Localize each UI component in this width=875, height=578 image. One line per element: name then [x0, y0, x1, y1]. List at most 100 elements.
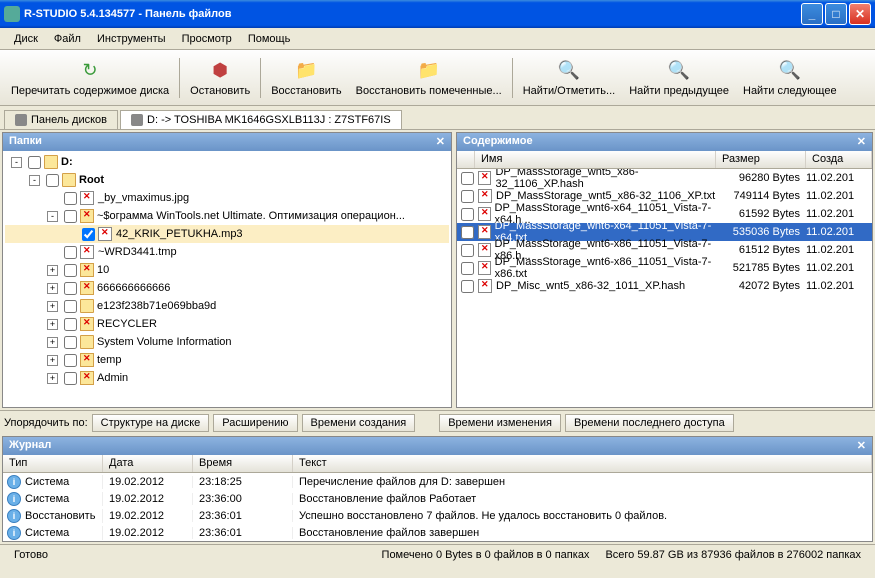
menubar: ДискФайлИнструментыПросмотрПомощь	[0, 28, 875, 50]
tree-checkbox[interactable]	[64, 300, 77, 313]
tree-row[interactable]: +10	[5, 261, 449, 279]
tree-row[interactable]: +666666666666	[5, 279, 449, 297]
tree-row[interactable]: - ~$ограмма WinTools.net Ultimate. Оптими…	[5, 207, 449, 225]
toolbar-Перечитать содержимое диска[interactable]: ↻Перечитать содержимое диска	[5, 52, 175, 104]
log-type: Система	[25, 476, 69, 488]
col-date-header[interactable]: Созда	[806, 151, 872, 168]
expand-icon[interactable]: +	[47, 283, 58, 294]
tree-checkbox[interactable]	[64, 210, 77, 223]
sort-btn[interactable]: Времени последнего доступа	[565, 414, 734, 432]
tree-row[interactable]: 42_KRIK_PETUKHA.mp3	[5, 225, 449, 243]
toolbar-Восстановить[interactable]: 📁Восстановить	[265, 52, 347, 104]
list-row[interactable]: DP_Misc_wnt5_x86-32_1011_XP.hash42072 By…	[457, 277, 872, 295]
row-checkbox[interactable]	[461, 172, 474, 185]
tree-checkbox[interactable]	[28, 156, 41, 169]
list-row[interactable]: DP_MassStorage_wnt6-x86_11051_Vista-7-x8…	[457, 259, 872, 277]
row-checkbox[interactable]	[461, 244, 474, 257]
tree-row[interactable]: +temp	[5, 351, 449, 369]
tree-row[interactable]: _by_vmaximus.jpg	[5, 189, 449, 207]
tree-checkbox[interactable]	[64, 246, 77, 259]
log-type: Система	[25, 527, 69, 539]
tab[interactable]: Панель дисков	[4, 110, 118, 129]
row-checkbox[interactable]	[461, 190, 474, 203]
menu-Просмотр[interactable]: Просмотр	[174, 31, 240, 47]
expand-icon[interactable]: -	[29, 175, 40, 186]
row-checkbox[interactable]	[461, 280, 474, 293]
file-list[interactable]: DP_MassStorage_wnt5_x86-32_1106_XP.hash9…	[457, 169, 872, 407]
close-button[interactable]: ✕	[849, 3, 871, 25]
tree-label: 10	[97, 264, 109, 276]
file-name: DP_MassStorage_wnt6-x86_11051_Vista-7-x8…	[495, 256, 716, 280]
folder-tree[interactable]: -D:-Root_by_vmaximus.jpg-~$ограмма WinTo…	[3, 151, 451, 407]
tree-label: Root	[79, 174, 104, 186]
tree-row[interactable]: ~WRD3441.tmp	[5, 243, 449, 261]
row-checkbox[interactable]	[461, 262, 474, 275]
drive-icon	[44, 155, 58, 169]
menu-Инструменты[interactable]: Инструменты	[89, 31, 174, 47]
log-time: 23:36:00	[193, 493, 293, 505]
tree-checkbox[interactable]	[64, 372, 77, 385]
sort-btn[interactable]: Структуре на диске	[92, 414, 210, 432]
tree-checkbox[interactable]	[82, 228, 95, 241]
expand-icon[interactable]: +	[47, 337, 58, 348]
file-size: 535036 Bytes	[716, 226, 806, 238]
filex-icon	[80, 245, 94, 259]
tree-row[interactable]: +RECYCLER	[5, 315, 449, 333]
toolbar-Найти/Отметить...[interactable]: 🔍Найти/Отметить...	[517, 52, 621, 104]
contents-close-icon[interactable]: ✕	[857, 135, 866, 149]
tree-checkbox[interactable]	[64, 192, 77, 205]
toolbar-Остановить[interactable]: ⬢Остановить	[184, 52, 256, 104]
tree-checkbox[interactable]	[64, 318, 77, 331]
tree-row[interactable]: - Root	[5, 171, 449, 189]
list-header[interactable]: Имя Размер Созда	[457, 151, 872, 169]
tree-checkbox[interactable]	[46, 174, 59, 187]
sort-btn[interactable]: Времени создания	[302, 414, 416, 432]
journal-header: Журнал ✕	[3, 437, 872, 455]
journal-row[interactable]: iСистема19.02.201223:36:00Восстановление…	[3, 490, 872, 507]
tree-checkbox[interactable]	[64, 282, 77, 295]
toolbar-Восстановить помеченные...[interactable]: 📁Восстановить помеченные...	[350, 52, 508, 104]
menu-Помощь[interactable]: Помощь	[240, 31, 299, 47]
tree-row[interactable]: -D:	[5, 153, 449, 171]
journal-columns[interactable]: Тип Дата Время Текст	[3, 455, 872, 473]
tab[interactable]: D: -> TOSHIBA MK1646GSXLB113J : Z7STF67I…	[120, 110, 402, 129]
tree-label: e123f238b71e069bba9d	[97, 300, 216, 312]
menu-Файл[interactable]: Файл	[46, 31, 89, 47]
sort-btn[interactable]: Расширению	[213, 414, 297, 432]
expand-icon[interactable]: -	[47, 211, 58, 222]
file-icon	[478, 261, 491, 275]
file-date: 11.02.201	[806, 226, 872, 238]
expand-icon[interactable]: +	[47, 319, 58, 330]
log-text: Успешно восстановлено 7 файлов. Не удало…	[293, 510, 872, 522]
log-date: 19.02.2012	[103, 510, 193, 522]
col-name-header[interactable]: Имя	[475, 151, 716, 168]
list-row[interactable]: DP_MassStorage_wnt5_x86-32_1106_XP.hash9…	[457, 169, 872, 187]
log-type: Система	[25, 493, 69, 505]
row-checkbox[interactable]	[461, 208, 474, 221]
journal-close-icon[interactable]: ✕	[857, 439, 866, 453]
tree-label: ~$ограмма WinTools.net Ultimate. Оптимиз…	[97, 210, 405, 222]
expand-icon[interactable]: -	[11, 157, 22, 168]
tree-row[interactable]: +Admin	[5, 369, 449, 387]
folders-close-icon[interactable]: ✕	[436, 135, 445, 149]
tree-checkbox[interactable]	[64, 264, 77, 277]
minimize-button[interactable]: _	[801, 3, 823, 25]
expand-icon[interactable]: +	[47, 373, 58, 384]
tree-row[interactable]: +System Volume Information	[5, 333, 449, 351]
sort-btn[interactable]: Времени изменения	[439, 414, 561, 432]
tree-row[interactable]: + e123f238b71e069bba9d	[5, 297, 449, 315]
toolbar-Найти следующее[interactable]: 🔍Найти следующее	[737, 52, 843, 104]
tree-checkbox[interactable]	[64, 354, 77, 367]
tree-checkbox[interactable]	[64, 336, 77, 349]
row-checkbox[interactable]	[461, 226, 474, 239]
journal-row[interactable]: iСистема19.02.201223:36:01Восстановление…	[3, 524, 872, 541]
col-size-header[interactable]: Размер	[716, 151, 806, 168]
expand-icon[interactable]: +	[47, 301, 58, 312]
journal-row[interactable]: iВосстановить19.02.201223:36:01Успешно в…	[3, 507, 872, 524]
toolbar-Найти предыдущее[interactable]: 🔍Найти предыдущее	[623, 52, 735, 104]
menu-Диск[interactable]: Диск	[6, 31, 46, 47]
expand-icon[interactable]: +	[47, 355, 58, 366]
journal-row[interactable]: iСистема19.02.201223:18:25Перечисление ф…	[3, 473, 872, 490]
expand-icon[interactable]: +	[47, 265, 58, 276]
maximize-button[interactable]: □	[825, 3, 847, 25]
